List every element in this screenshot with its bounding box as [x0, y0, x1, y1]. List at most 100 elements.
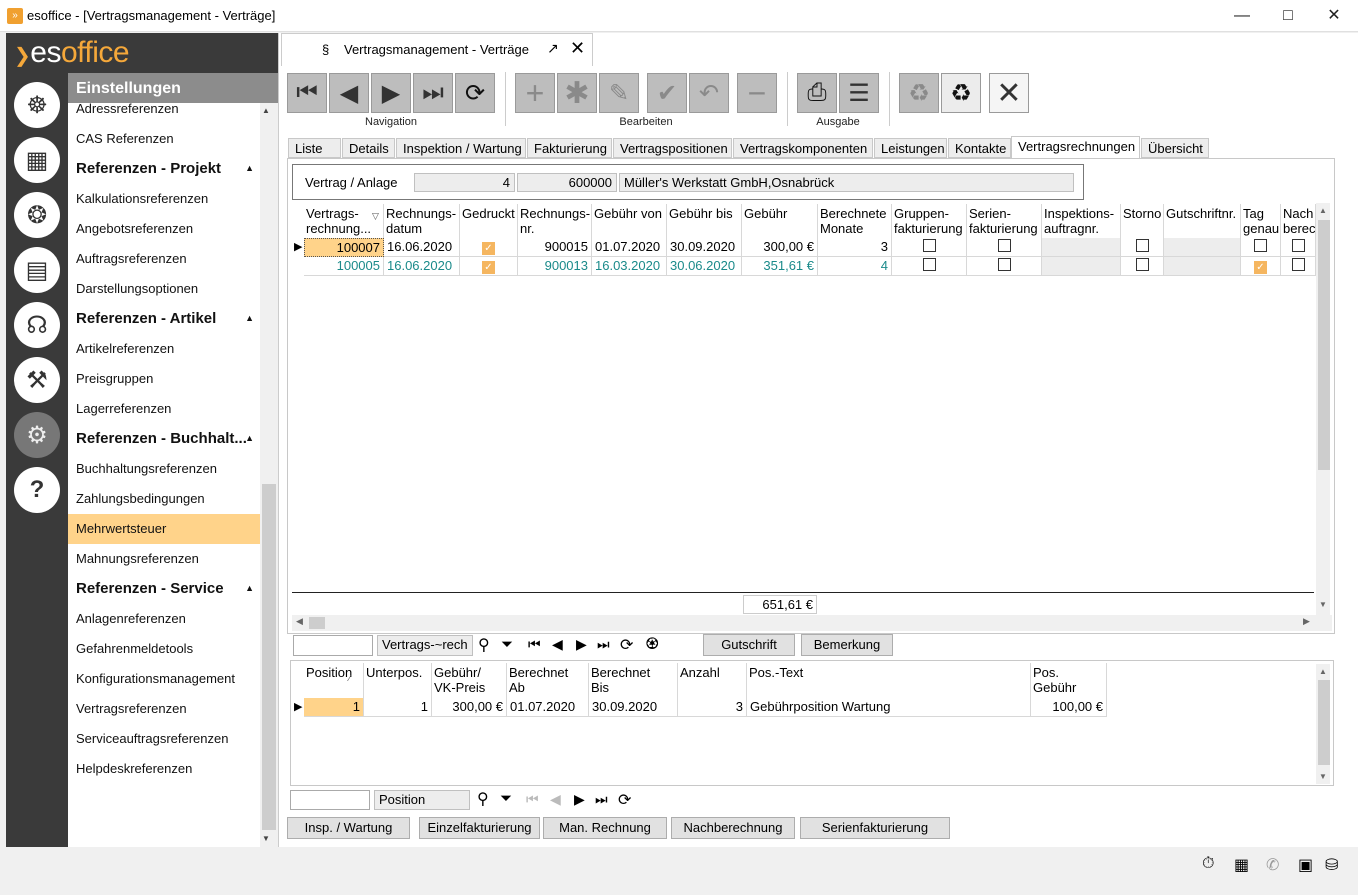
grid1-cell-rnr[interactable]: 900013: [518, 257, 592, 276]
scroll-down-icon[interactable]: ▼: [1319, 772, 1327, 781]
bottom-button-2[interactable]: Man. Rechnung: [543, 817, 667, 839]
search-input[interactable]: [293, 635, 373, 656]
calculator-icon[interactable]: ▦: [14, 137, 60, 183]
filter-icon[interactable]: ⏷: [501, 636, 513, 653]
gears-icon[interactable]: ⚙: [14, 412, 60, 458]
grid1-header-12[interactable]: Gutschriftnr.: [1164, 204, 1241, 240]
close-tab-icon[interactable]: ✕: [570, 38, 585, 59]
asterisk-icon[interactable]: ✱: [557, 73, 597, 113]
vertrag-nr-field[interactable]: 4: [414, 173, 515, 192]
filter-field-select[interactable]: Vertrags-~rech: [377, 635, 473, 656]
grid1-header-5[interactable]: Gebühr bis: [667, 204, 742, 240]
undo-icon[interactable]: ↶: [689, 73, 729, 113]
grid1-header-6[interactable]: Gebühr: [742, 204, 818, 240]
grid1-cell-datum[interactable]: 16.06.2020: [384, 257, 460, 276]
gutschrift-button[interactable]: Gutschrift: [703, 634, 795, 656]
stopwatch-icon[interactable]: ⏱: [1202, 855, 1214, 873]
grid2-cell-anzahl[interactable]: 3: [678, 698, 747, 717]
scroll-up-icon[interactable]: ▲: [262, 106, 270, 115]
last-icon[interactable]: ⏭: [595, 791, 608, 808]
grid1-cell-gutschrift[interactable]: [1164, 257, 1241, 276]
database-icon[interactable]: ⛁: [1325, 855, 1338, 875]
prev-icon[interactable]: ◀: [552, 636, 563, 653]
grid2-header-1[interactable]: Unterpos.: [364, 663, 432, 699]
grid2-cell-gebuehr[interactable]: 100,00 €: [1031, 698, 1107, 717]
walk-icon[interactable]: ♻: [899, 73, 939, 113]
external-open-icon[interactable]: ↗: [547, 40, 559, 57]
headset-icon[interactable]: ☊: [14, 302, 60, 348]
bottom-button-3[interactable]: Nachberechnung: [671, 817, 795, 839]
collapse-caret-icon[interactable]: ▲: [245, 163, 254, 173]
tab-0[interactable]: Liste: [288, 138, 341, 158]
checkbox[interactable]: [1254, 239, 1267, 252]
tab-2[interactable]: Inspektion / Wartung: [396, 138, 526, 158]
checkbox[interactable]: [997, 239, 1011, 252]
bemerkung-button[interactable]: Bemerkung: [801, 634, 893, 656]
printer-icon[interactable]: ⎙: [797, 73, 837, 113]
nav-item-8[interactable]: Artikelreferenzen: [68, 334, 260, 364]
nav-item-3[interactable]: Kalkulationsreferenzen: [68, 184, 260, 214]
tools-icon[interactable]: ⚒: [14, 357, 60, 403]
checkbox[interactable]: ✓: [1254, 261, 1267, 274]
filter-icon[interactable]: ⏷: [500, 790, 512, 807]
grid1-header-9[interactable]: Serien- fakturierung: [967, 204, 1042, 240]
scroll-right-icon[interactable]: ▶: [1303, 616, 1310, 627]
nav-item-18[interactable]: Gefahrenmeldetools: [68, 634, 260, 664]
checkbox[interactable]: [997, 258, 1011, 271]
tab-8[interactable]: Vertragsrechnungen: [1011, 136, 1140, 159]
grid1-scroll-thumb[interactable]: [1318, 220, 1330, 470]
last-record-icon[interactable]: ⏭: [413, 73, 453, 113]
grid2-header-2[interactable]: Gebühr/ VK-Preis: [432, 663, 507, 699]
grid1-cell-insp[interactable]: [1042, 238, 1121, 257]
nav-section-16[interactable]: Referenzen - Service ▲: [68, 574, 260, 604]
grid1-cell-insp[interactable]: [1042, 257, 1121, 276]
scroll-down-icon[interactable]: ▼: [262, 834, 270, 843]
tab-9[interactable]: Übersicht: [1141, 138, 1209, 158]
bottom-button-4[interactable]: Serienfakturierung: [800, 817, 950, 839]
grid2-header-5[interactable]: Anzahl: [678, 663, 747, 699]
nav-item-10[interactable]: Lagerreferenzen: [68, 394, 260, 424]
grid1-header-1[interactable]: Rechnungs- datum: [384, 204, 460, 240]
nav-item-15[interactable]: Mahnungsreferenzen: [68, 544, 260, 574]
tab-4[interactable]: Vertragspositionen: [613, 138, 732, 158]
anlage-field[interactable]: 600000: [517, 173, 617, 192]
tab-6[interactable]: Leistungen: [874, 138, 947, 158]
grid2-header-3[interactable]: Berechnet Ab: [507, 663, 589, 699]
grid1-hscroll-thumb[interactable]: [309, 617, 325, 629]
grid1-cell-monate[interactable]: 3: [818, 238, 892, 257]
export-list-icon[interactable]: ☰: [839, 73, 879, 113]
grid2-scroll-thumb[interactable]: [1318, 680, 1330, 765]
nav-item-13[interactable]: Zahlungsbedingungen: [68, 484, 260, 514]
previous-record-icon[interactable]: ◀: [329, 73, 369, 113]
nav-section-11[interactable]: Referenzen - Buchhalt... ▲: [68, 424, 260, 454]
first-icon[interactable]: ⏮: [528, 636, 541, 653]
grid1-header-3[interactable]: Rechnungs- nr.: [518, 204, 592, 240]
scroll-down-icon[interactable]: ▼: [1319, 600, 1327, 609]
nav-item-19[interactable]: Konfigurationsmanagement: [68, 664, 260, 694]
grid1-horizontal-scrollbar[interactable]: [292, 615, 1332, 631]
nav-item-14[interactable]: Mehrwertsteuer: [68, 514, 260, 544]
customer-name-field[interactable]: Müller's Werkstatt GmbH,Osnabrück: [619, 173, 1074, 192]
checkbox[interactable]: [1135, 239, 1149, 252]
nav-item-4[interactable]: Angebotsreferenzen: [68, 214, 260, 244]
minimize-icon[interactable]: —: [1219, 0, 1265, 32]
grid2-cell-text[interactable]: Gebührposition Wartung: [747, 698, 1031, 717]
grid1-header-14[interactable]: Nach berec: [1281, 204, 1316, 240]
nav-item-21[interactable]: Serviceauftragsreferenzen: [68, 724, 260, 754]
checkbox[interactable]: ✓: [482, 261, 495, 274]
collapse-caret-icon[interactable]: ▲: [245, 433, 254, 443]
document-tab[interactable]: § Vertragsmanagement - Verträge ↗ ✕: [281, 33, 593, 66]
grid1-cell-rnr[interactable]: 900015: [518, 238, 592, 257]
checkbox[interactable]: ✓: [482, 242, 495, 255]
save-check-icon[interactable]: ✔: [647, 73, 687, 113]
grid1-header-11[interactable]: Storno: [1121, 204, 1164, 240]
collapse-caret-icon[interactable]: ▲: [245, 313, 254, 323]
grid2-cell-ab[interactable]: 01.07.2020: [507, 698, 589, 717]
nav-item-5[interactable]: Auftragsreferenzen: [68, 244, 260, 274]
nav-item-6[interactable]: Darstellungsoptionen: [68, 274, 260, 304]
nav-item-9[interactable]: Preisgruppen: [68, 364, 260, 394]
grid1-cell-nr[interactable]: 100005: [304, 257, 384, 276]
add-icon[interactable]: +: [515, 73, 555, 113]
nav-item-17[interactable]: Anlagenreferenzen: [68, 604, 260, 634]
scroll-up-icon[interactable]: ▲: [1319, 206, 1327, 215]
